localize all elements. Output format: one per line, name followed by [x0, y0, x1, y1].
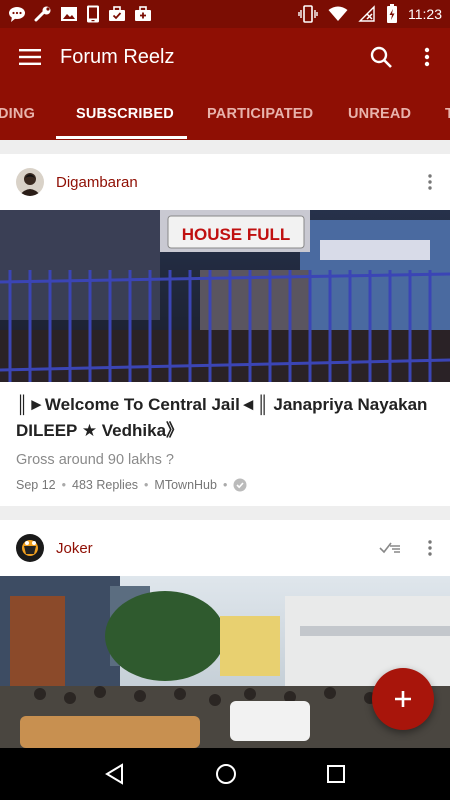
- separator: •: [61, 478, 67, 492]
- chat-bubble-icon: [9, 7, 25, 22]
- tab-indicator: [56, 136, 187, 139]
- post-overflow-button[interactable]: [410, 528, 450, 568]
- system-icons: 11:23: [298, 4, 442, 24]
- house-full-sign: HOUSE FULL: [182, 225, 291, 244]
- post-meta: Sep 12 • 483 Replies • MTownHub •: [0, 468, 450, 492]
- recents-icon[interactable]: [326, 764, 346, 784]
- app-bar: Forum Reelz: [0, 28, 450, 86]
- more-vert-icon: [428, 540, 432, 556]
- user-avatar-icon: [16, 534, 44, 562]
- home-icon[interactable]: [215, 763, 237, 785]
- post-image[interactable]: HOUSE FULL: [0, 210, 450, 382]
- post-forum[interactable]: MTownHub: [154, 478, 217, 492]
- mark-read-icon: [379, 542, 400, 554]
- post-replies: 483 Replies: [72, 478, 139, 492]
- avatar[interactable]: [16, 534, 44, 562]
- search-button[interactable]: [358, 28, 404, 86]
- tab-subscribed[interactable]: SUBSCRIBED: [76, 86, 174, 140]
- image-icon: [61, 7, 77, 21]
- tab-next[interactable]: T: [445, 86, 450, 140]
- search-icon: [370, 46, 392, 68]
- briefcase-plus-icon: [135, 6, 151, 21]
- post-overflow-button[interactable]: [410, 162, 450, 202]
- post-author[interactable]: Digambaran: [56, 174, 410, 191]
- separator: •: [144, 478, 149, 492]
- post-title[interactable]: ║►Welcome To Central Jail◄║ Janapriya Na…: [0, 382, 450, 444]
- tab-unread[interactable]: UNREAD: [348, 86, 411, 140]
- post-card[interactable]: Digambaran HOUSE FULL ║►Welcome To Centr…: [0, 154, 450, 506]
- avatar[interactable]: [16, 168, 44, 196]
- phone-icon: [87, 5, 99, 23]
- new-topic-fab[interactable]: [372, 668, 434, 730]
- wrench-icon: [34, 6, 51, 22]
- post-header: Joker: [0, 520, 450, 576]
- menu-button[interactable]: [0, 28, 60, 86]
- check-circle-icon: [233, 478, 247, 492]
- notification-icons: [8, 5, 152, 23]
- tab-bar: DING SUBSCRIBED PARTICIPATED UNREAD T: [0, 86, 450, 140]
- post-author[interactable]: Joker: [56, 540, 370, 557]
- app-title: Forum Reelz: [60, 45, 175, 68]
- more-vert-icon: [424, 47, 430, 67]
- clock: 11:23: [408, 6, 442, 22]
- wifi-icon: [328, 6, 348, 21]
- plus-icon: [395, 691, 411, 707]
- more-vert-icon: [428, 174, 432, 190]
- battery-charging-icon: [387, 4, 397, 23]
- vibrate-icon: [298, 5, 318, 23]
- user-avatar-icon: [16, 168, 44, 196]
- mark-read-button[interactable]: [370, 528, 410, 568]
- system-navigation-bar: [0, 748, 450, 800]
- back-icon[interactable]: [104, 763, 126, 785]
- post-date: Sep 12: [16, 478, 56, 492]
- separator: •: [222, 478, 228, 492]
- tab-trending[interactable]: DING: [0, 86, 35, 140]
- overflow-menu-button[interactable]: [404, 28, 450, 86]
- post-excerpt: Gross around 90 lakhs ?: [16, 452, 174, 468]
- tab-participated[interactable]: PARTICIPATED: [207, 86, 313, 140]
- post-header: Digambaran: [0, 154, 450, 210]
- status-bar: 11:23: [0, 0, 450, 28]
- no-signal-icon: [358, 5, 375, 22]
- hamburger-icon: [19, 49, 41, 65]
- briefcase-check-icon: [109, 6, 125, 21]
